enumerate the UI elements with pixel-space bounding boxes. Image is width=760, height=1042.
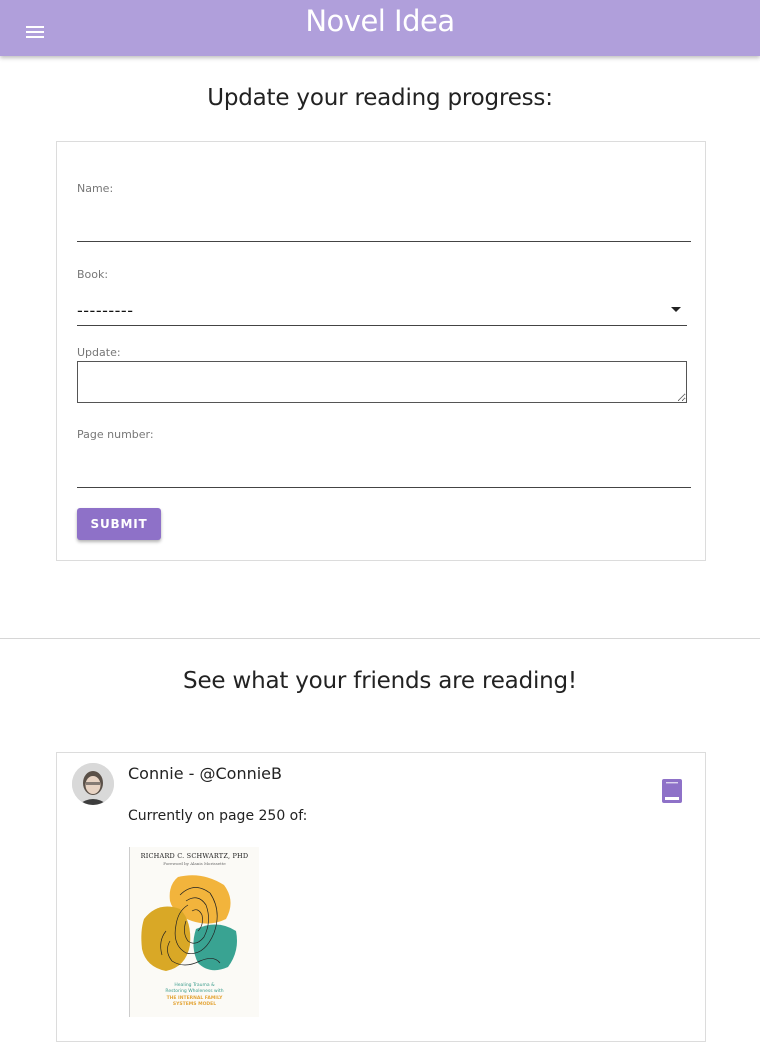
name-input[interactable]	[77, 209, 691, 242]
book-icon[interactable]	[661, 779, 683, 803]
update-form-heading: Update your reading progress:	[207, 85, 553, 111]
update-label: Update:	[77, 346, 121, 359]
update-progress-form: Name: Book: --------- Update: Page numbe…	[56, 141, 706, 561]
page-number-input[interactable]	[77, 455, 691, 488]
book-label: Book:	[77, 268, 109, 281]
section-divider	[0, 638, 760, 639]
avatar[interactable]	[72, 763, 114, 805]
book-select[interactable]: ---------	[77, 295, 687, 326]
cover-subtitle-3: THE INTERNAL FAMILY	[166, 996, 223, 1001]
cover-subtitle-2: Restoring Wholeness with	[165, 989, 224, 994]
update-textarea[interactable]	[77, 361, 687, 403]
cover-foreword: Foreword by Alanis Morissette	[163, 861, 226, 866]
app-title[interactable]: Novel Idea	[0, 4, 760, 38]
cover-illustration	[141, 875, 237, 971]
cover-subtitle-4: SYSTEMS MODEL	[172, 1002, 217, 1007]
page-number-label: Page number:	[77, 428, 154, 441]
book-cover[interactable]: RICHARD C. SCHWARTZ, PHD Foreword by Ala…	[129, 847, 259, 1017]
friend-name[interactable]: Connie - @ConnieB	[128, 764, 282, 783]
friends-heading: See what your friends are reading!	[183, 668, 577, 694]
app-bar: Novel Idea	[0, 0, 760, 56]
cover-author: RICHARD C. SCHWARTZ, PHD	[140, 852, 249, 860]
dropdown-caret-icon	[671, 307, 681, 312]
friend-progress-text: Currently on page 250 of:	[128, 808, 308, 824]
book-select-value: ---------	[77, 301, 134, 320]
submit-button[interactable]: SUBMIT	[77, 508, 161, 540]
name-label: Name:	[77, 182, 114, 195]
friend-activity-card: Connie - @ConnieB Currently on page 250 …	[56, 752, 706, 1042]
cover-subtitle-1: Healing Trauma &	[174, 983, 215, 988]
